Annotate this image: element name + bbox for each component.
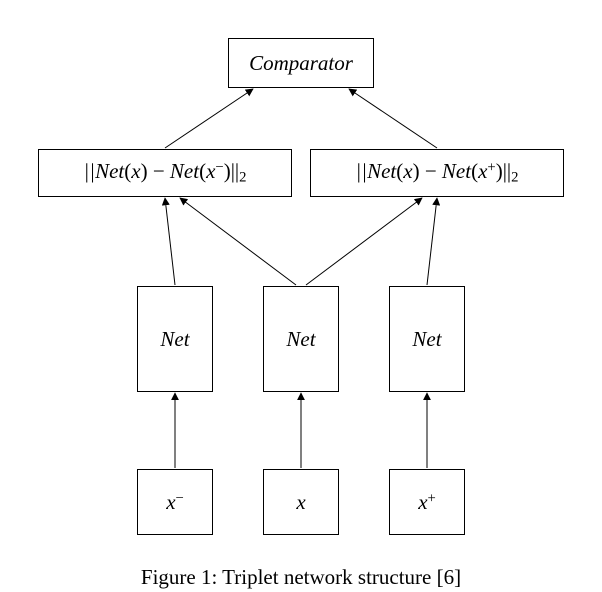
input-mid-box: x <box>263 469 339 535</box>
net-right-label: Net <box>412 327 441 352</box>
input-left-label: x− <box>166 490 184 515</box>
comparator-label: Comparator <box>249 51 353 76</box>
distance-positive-label: ||Net(x) − Net(x+)||2 <box>356 159 519 187</box>
input-right-label: x+ <box>418 490 436 515</box>
comparator-box: Comparator <box>228 38 374 88</box>
input-mid-label: x <box>296 490 305 515</box>
input-left-box: x− <box>137 469 213 535</box>
net-left-box: Net <box>137 286 213 392</box>
distance-positive-box: ||Net(x) − Net(x+)||2 <box>310 149 564 197</box>
net-left-label: Net <box>160 327 189 352</box>
net-mid-label: Net <box>286 327 315 352</box>
net-mid-box: Net <box>263 286 339 392</box>
net-right-box: Net <box>389 286 465 392</box>
distance-negative-box: ||Net(x) − Net(x−)||2 <box>38 149 292 197</box>
input-right-box: x+ <box>389 469 465 535</box>
figure-caption: Figure 1: Triplet network structure [6] <box>0 565 602 590</box>
distance-negative-label: ||Net(x) − Net(x−)||2 <box>84 159 247 187</box>
